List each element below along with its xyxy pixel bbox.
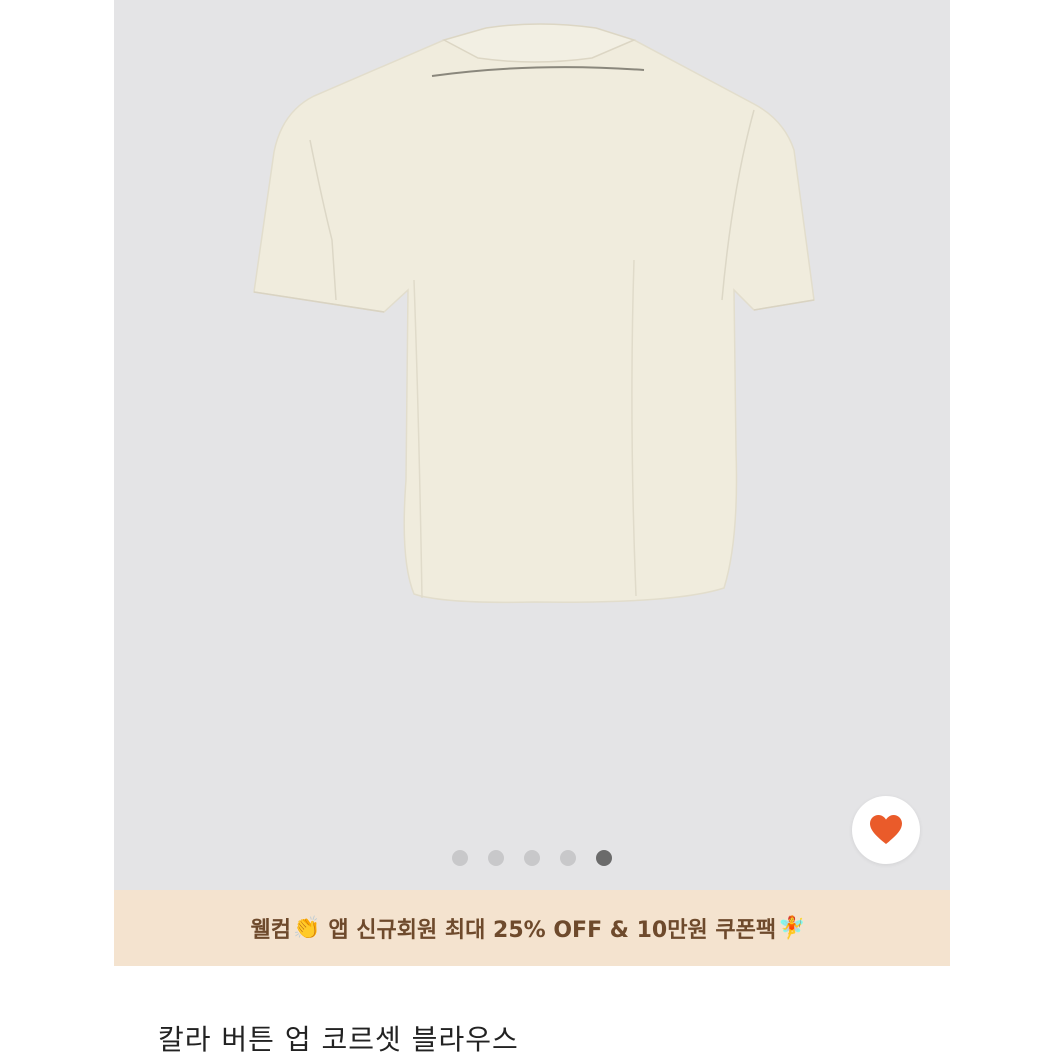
pagination-dot-active[interactable]: [596, 850, 612, 866]
promo-text-main: 앱 신규회원 최대 25% OFF & 10만원 쿠폰팩: [328, 918, 777, 943]
product-title: 칼라 버튼 업 코르셋 블라우스: [158, 1023, 519, 1056]
product-image-gallery[interactable]: [114, 0, 950, 890]
promo-banner[interactable]: 웰컴 👏 앱 신규회원 최대 25% OFF & 10만원 쿠폰팩 🧚: [114, 890, 950, 966]
pagination-dot[interactable]: [452, 850, 468, 866]
heart-icon: [870, 815, 902, 844]
clap-icon: 👏: [292, 915, 321, 941]
gallery-pagination: [114, 850, 950, 866]
pagination-dot[interactable]: [560, 850, 576, 866]
fairy-icon: 🧚: [778, 915, 806, 941]
product-image: [253, 23, 815, 604]
promo-text-welcome: 웰컴: [250, 918, 291, 943]
pagination-dot[interactable]: [488, 850, 504, 866]
pagination-dot[interactable]: [524, 850, 540, 866]
